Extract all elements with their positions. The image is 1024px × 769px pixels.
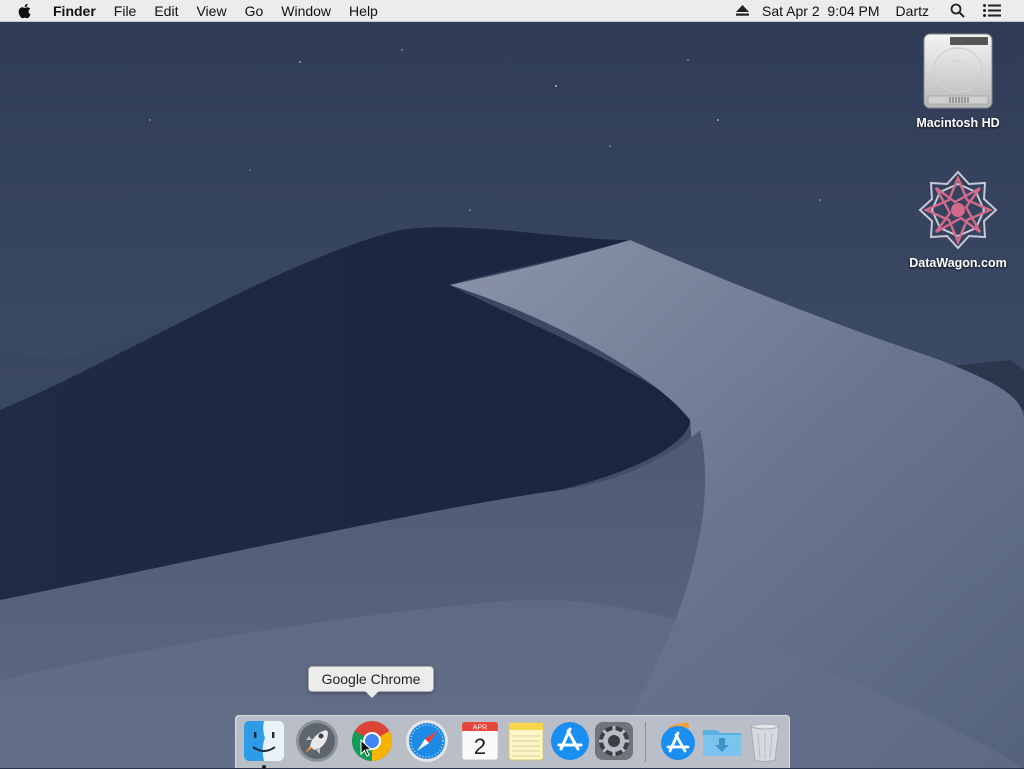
running-indicator (262, 765, 266, 769)
dock-app-finder[interactable] (241, 718, 287, 769)
apple-logo-icon[interactable] (18, 3, 34, 19)
calendar-month: APR (473, 725, 487, 732)
desktop-icon-label: DataWagon.com (909, 256, 1007, 270)
spotlight-search-icon[interactable] (941, 0, 974, 22)
mouse-cursor (360, 739, 372, 757)
dock-app-calendar[interactable]: APR 2 (457, 718, 503, 764)
menubar-user[interactable]: Dartz (892, 0, 941, 22)
finder-icon (244, 721, 284, 761)
dock-stack-applications[interactable] (655, 718, 701, 764)
chrome-icon (352, 721, 392, 761)
menu-help[interactable]: Help (340, 0, 387, 22)
notes-icon (508, 722, 544, 761)
dock-app-safari[interactable] (404, 718, 450, 764)
dock-app-app-store[interactable] (547, 718, 593, 764)
trash-icon (750, 723, 780, 762)
app-store-icon (551, 722, 589, 760)
desktop-icon-label: Macintosh HD (916, 116, 1000, 130)
menubar-clock[interactable]: Sat Apr 2 9:04 PM (758, 0, 892, 22)
menu-edit[interactable]: Edit (145, 0, 187, 22)
gear-icon (595, 722, 633, 760)
dock-app-google-chrome[interactable] (349, 718, 395, 764)
menu-bar: Finder File Edit View Go Window Help Sat… (0, 0, 1024, 22)
notification-center-icon[interactable] (974, 0, 1010, 22)
dock-app-trash[interactable] (742, 718, 788, 764)
desktop-wallpaper (0, 0, 1024, 768)
menu-window[interactable]: Window (272, 0, 340, 22)
eject-icon[interactable] (727, 0, 758, 22)
hard-drive-icon (923, 33, 993, 109)
dock: APR 2 (235, 715, 790, 769)
dock-app-launchpad[interactable] (294, 718, 340, 764)
app-store-stack-icon (661, 722, 695, 760)
downloads-folder-icon (703, 730, 741, 756)
launchpad-rocket-icon (296, 720, 338, 762)
dock-app-system-preferences[interactable] (591, 718, 637, 764)
desktop-icon-datawagon[interactable]: DataWagon.com (903, 168, 1013, 270)
dock-app-notes[interactable] (503, 718, 549, 764)
menu-app-finder[interactable]: Finder (44, 0, 105, 22)
menu-view[interactable]: View (187, 0, 235, 22)
dock-tooltip: Google Chrome (308, 666, 434, 698)
datawagon-logo-icon (918, 170, 998, 250)
desktop-icon-macintosh-hd[interactable]: Macintosh HD (903, 32, 1013, 130)
menu-file[interactable]: File (105, 0, 146, 22)
dock-separator (645, 722, 646, 762)
calendar-icon: APR 2 (461, 721, 499, 761)
calendar-day: 2 (474, 734, 486, 759)
dock-stack-downloads[interactable] (699, 718, 745, 764)
menu-go[interactable]: Go (236, 0, 273, 22)
safari-compass-icon (406, 720, 448, 762)
